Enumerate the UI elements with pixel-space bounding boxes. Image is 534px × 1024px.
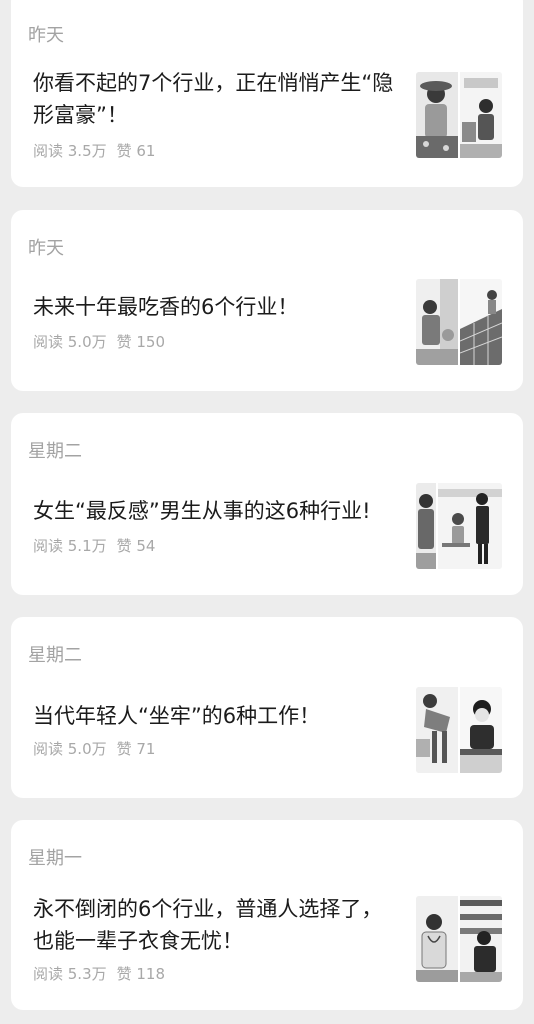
article-meta: 阅读 5.3万 赞 118 [33,963,165,984]
read-count: 阅读 5.1万 [33,537,107,555]
article-card[interactable]: 星期二 当代年轻人“坐牢”的6种工作！ 阅读 5.0万 赞 71 [11,617,523,798]
mechanic-illustration-icon [416,687,458,773]
article-title[interactable]: 未来十年最吃香的6个行业！ [33,291,403,323]
thumbnail-panel-right [458,896,502,982]
article-day: 昨天 [28,25,64,46]
article-meta: 阅读 3.5万 赞 61 [33,140,155,161]
article-thumbnail[interactable] [416,72,502,158]
thumbnail-panel-left [416,687,458,773]
read-count: 阅读 3.5万 [33,142,107,160]
thumbnail-panel-right [436,483,502,569]
thumbnail-panel-left [416,72,458,158]
thumbnail-panel-left [416,483,436,569]
like-count: 赞 71 [116,740,156,758]
doctor-illustration-icon [416,896,458,982]
thumbnail-panel-left [416,896,458,982]
librarian-illustration-icon [460,896,502,982]
technician-illustration-icon [416,279,458,365]
thumbnail-panel-right [458,687,502,773]
worker-illustration-icon [416,72,458,158]
article-title[interactable]: 女生“最反感”男生从事的这6种行业! [33,495,403,527]
thumbnail-panel-left [416,279,458,365]
article-card[interactable]: 星期一 永不倒闭的6个行业，普通人选择了，也能一辈子衣食无忧！ 阅读 5.3万 … [11,820,523,1010]
article-title[interactable]: 永不倒闭的6个行业，普通人选择了，也能一辈子衣食无忧！ [33,893,403,957]
thumbnail-panel-right [458,72,502,158]
article-title[interactable]: 当代年轻人“坐牢”的6种工作！ [33,700,403,732]
solar-panel-illustration-icon [459,279,502,365]
article-thumbnail[interactable] [416,687,502,773]
article-day: 星期二 [28,645,82,666]
receptionist-illustration-icon [460,687,502,773]
article-day: 昨天 [28,238,64,259]
office-illustration-icon [460,72,502,158]
article-thumbnail[interactable] [416,896,502,982]
thumbnail-panel-right [458,279,502,365]
read-count: 阅读 5.0万 [33,333,107,351]
article-meta: 阅读 5.1万 赞 54 [33,535,155,556]
article-meta: 阅读 5.0万 赞 71 [33,738,155,759]
article-card[interactable]: 星期二 女生“最反感”男生从事的这6种行业! 阅读 5.1万 赞 54 [11,413,523,595]
article-card[interactable]: 昨天 你看不起的7个行业，正在悄悄产生“隐形富豪”！ 阅读 3.5万 赞 61 [11,0,523,187]
article-day: 星期二 [28,441,82,462]
read-count: 阅读 5.0万 [33,740,107,758]
like-count: 赞 61 [116,142,156,160]
like-count: 赞 54 [116,537,156,555]
office-workers-illustration-icon [438,483,502,569]
article-day: 星期一 [28,848,82,869]
article-title[interactable]: 你看不起的7个行业，正在悄悄产生“隐形富豪”！ [33,67,403,131]
article-card[interactable]: 昨天 未来十年最吃香的6个行业！ 阅读 5.0万 赞 150 [11,210,523,391]
like-count: 赞 150 [116,333,166,351]
article-thumbnail[interactable] [416,483,502,569]
article-thumbnail[interactable] [416,279,502,365]
article-meta: 阅读 5.0万 赞 150 [33,331,165,352]
read-count: 阅读 5.3万 [33,965,107,983]
person-illustration-icon [416,483,436,569]
like-count: 赞 118 [116,965,166,983]
article-feed: 昨天 你看不起的7个行业，正在悄悄产生“隐形富豪”！ 阅读 3.5万 赞 61 [0,0,534,1024]
